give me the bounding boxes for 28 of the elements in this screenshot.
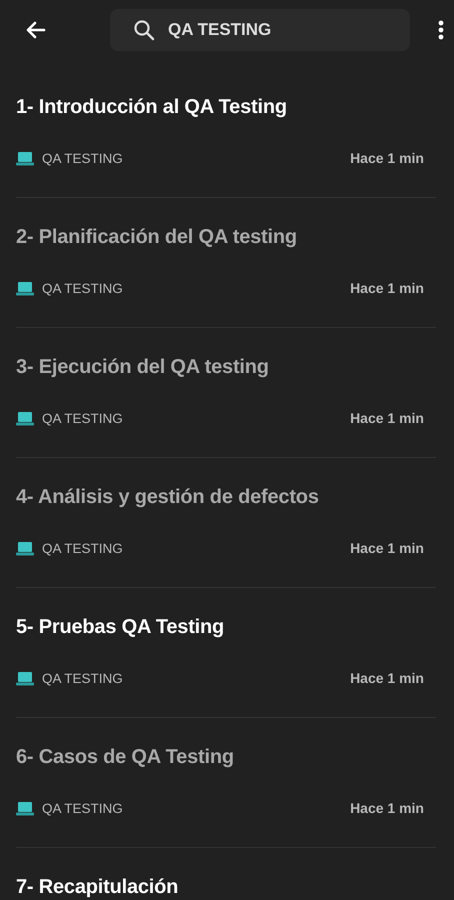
article-title[interactable]: 1- Introducción al QA Testing [16, 94, 436, 120]
category-label: QA TESTING [42, 280, 123, 296]
laptop-icon [16, 280, 34, 296]
laptop-icon [16, 540, 34, 556]
timestamp: Hace 1 min [350, 150, 424, 166]
timestamp: Hace 1 min [350, 800, 424, 816]
article-title[interactable]: 6- Casos de QA Testing [16, 744, 436, 770]
category-label: QA TESTING [42, 150, 123, 166]
laptop-icon [16, 410, 34, 426]
article-title[interactable]: 2- Planificación del QA testing [16, 224, 436, 250]
more-icon [438, 20, 444, 40]
article-title[interactable]: 4- Análisis y gestión de defectos [16, 484, 436, 510]
laptop-icon [16, 800, 34, 816]
search-icon [132, 18, 156, 42]
article-title[interactable]: 3- Ejecución del QA testing [16, 354, 436, 380]
laptop-icon [16, 670, 34, 686]
laptop-icon [16, 150, 34, 166]
category-label: QA TESTING [42, 670, 123, 686]
timestamp: Hace 1 min [350, 410, 424, 426]
timestamp: Hace 1 min [350, 280, 424, 296]
category-label: QA TESTING [42, 540, 123, 556]
timestamp: Hace 1 min [350, 670, 424, 686]
timestamp: Hace 1 min [350, 540, 424, 556]
search-field[interactable]: QA TESTING [110, 9, 410, 51]
category-label: QA TESTING [42, 800, 123, 816]
category-label: QA TESTING [42, 410, 123, 426]
article-title[interactable]: 5- Pruebas QA Testing [16, 614, 436, 640]
article-title[interactable]: 7- Recapitulación [16, 874, 436, 900]
